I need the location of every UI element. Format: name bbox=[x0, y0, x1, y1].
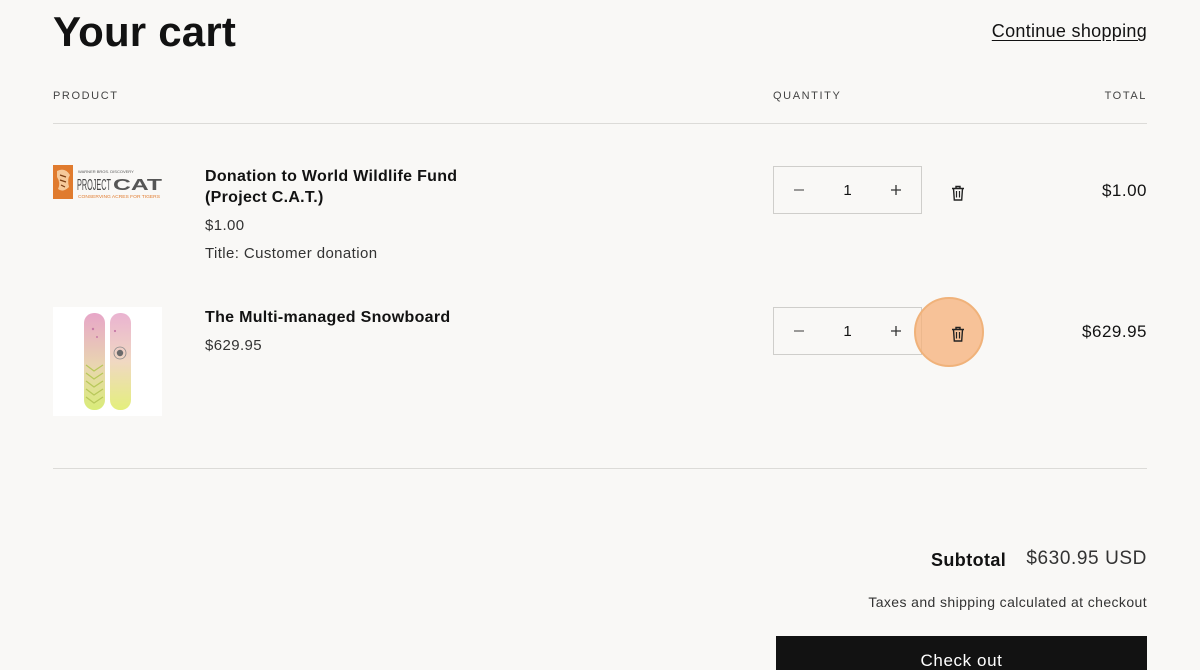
product-image-project-cat[interactable]: WARNER BROS. DISCOVERY PROJECT CAT CONSE… bbox=[53, 165, 162, 201]
quantity-stepper: 1 bbox=[773, 307, 922, 355]
quantity-input[interactable]: 1 bbox=[824, 182, 871, 199]
column-header-total: TOTAL bbox=[1104, 90, 1147, 102]
tax-note: Taxes and shipping calculated at checkou… bbox=[868, 594, 1147, 610]
product-price: $629.95 bbox=[205, 337, 263, 354]
cart-page: Your cart Continue shopping PRODUCT QUAN… bbox=[0, 0, 1200, 670]
svg-text:CAT: CAT bbox=[113, 177, 162, 194]
quantity-input[interactable]: 1 bbox=[824, 323, 871, 340]
plus-icon bbox=[891, 185, 901, 195]
continue-shopping-link[interactable]: Continue shopping bbox=[992, 21, 1147, 42]
decrease-quantity-button[interactable] bbox=[774, 308, 824, 354]
column-header-quantity: QUANTITY bbox=[773, 90, 842, 102]
svg-text:PROJECT: PROJECT bbox=[77, 177, 111, 194]
decrease-quantity-button[interactable] bbox=[774, 167, 824, 213]
product-option: Title: Customer donation bbox=[205, 245, 378, 262]
remove-item-button[interactable] bbox=[943, 178, 973, 208]
product-name[interactable]: Donation to World Wildlife Fund (Project… bbox=[205, 166, 505, 208]
divider bbox=[53, 123, 1147, 124]
remove-item-button[interactable] bbox=[943, 319, 973, 349]
column-header-product: PRODUCT bbox=[53, 90, 119, 102]
line-total: $629.95 bbox=[1082, 322, 1147, 341]
increase-quantity-button[interactable] bbox=[871, 167, 921, 213]
trash-icon bbox=[952, 326, 964, 342]
minus-icon bbox=[794, 330, 804, 332]
divider bbox=[53, 468, 1147, 469]
svg-text:WARNER BROS. DISCOVERY: WARNER BROS. DISCOVERY bbox=[78, 169, 134, 174]
trash-icon bbox=[952, 185, 964, 201]
snowboard-image bbox=[84, 313, 131, 410]
product-price: $1.00 bbox=[205, 217, 245, 234]
checkout-button[interactable]: Check out bbox=[776, 636, 1147, 670]
project-cat-logo: WARNER BROS. DISCOVERY PROJECT CAT CONSE… bbox=[53, 165, 162, 199]
product-name[interactable]: The Multi-managed Snowboard bbox=[205, 307, 505, 328]
svg-text:CONSERVING ACRES FOR TIGERS: CONSERVING ACRES FOR TIGERS bbox=[78, 194, 160, 199]
minus-icon bbox=[794, 189, 804, 191]
page-title: Your cart bbox=[53, 8, 237, 55]
subtotal-value: $630.95 USD bbox=[1026, 548, 1147, 569]
line-total: $1.00 bbox=[1101, 181, 1147, 200]
product-image-snowboard[interactable] bbox=[53, 307, 162, 416]
plus-icon bbox=[891, 326, 901, 336]
subtotal-label: Subtotal bbox=[931, 550, 1007, 570]
quantity-stepper: 1 bbox=[773, 166, 922, 214]
